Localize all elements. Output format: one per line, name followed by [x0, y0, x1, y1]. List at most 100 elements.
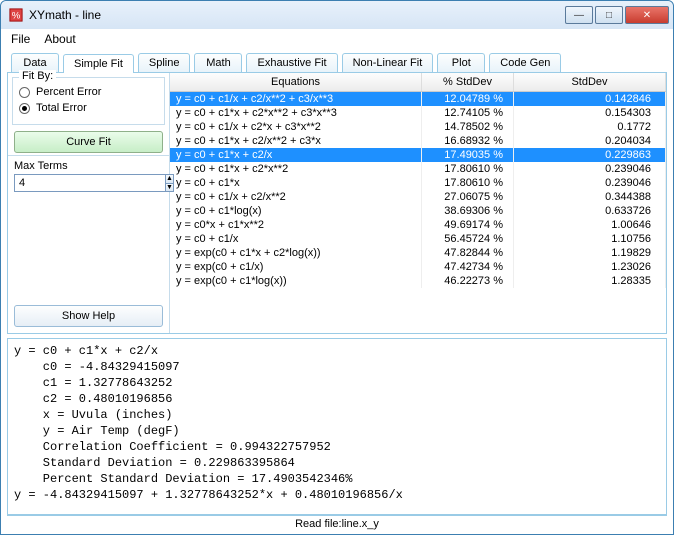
- tab-simple-fit[interactable]: Simple Fit: [63, 54, 134, 73]
- cell-stddev: 1.19829: [514, 246, 666, 260]
- table-body[interactable]: y = c0 + c1/x + c2/x**2 + c3/x**312.0478…: [170, 92, 666, 333]
- cell-equation: y = exp(c0 + c1/x): [170, 260, 422, 274]
- show-help-button[interactable]: Show Help: [14, 305, 163, 327]
- cell-pct-stddev: 47.42734 %: [422, 260, 514, 274]
- table-row[interactable]: y = exp(c0 + c1*x + c2*log(x))47.82844 %…: [170, 246, 666, 260]
- menubar: File About: [1, 29, 673, 49]
- spacer: [8, 196, 169, 299]
- cell-equation: y = exp(c0 + c1*log(x)): [170, 274, 422, 288]
- tab-spline[interactable]: Spline: [138, 53, 191, 72]
- cell-pct-stddev: 49.69174 %: [422, 218, 514, 232]
- table-row[interactable]: y = exp(c0 + c1/x)47.42734 %1.23026: [170, 260, 666, 274]
- tab-plot[interactable]: Plot: [437, 53, 485, 72]
- app-icon: %: [9, 8, 23, 22]
- app-window: % XYmath - line — □ ✕ File About Data Si…: [0, 0, 674, 535]
- cell-pct-stddev: 17.80610 %: [422, 162, 514, 176]
- curve-fit-button[interactable]: Curve Fit: [14, 131, 163, 153]
- cell-stddev: 1.10756: [514, 232, 666, 246]
- table-row[interactable]: y = c0 + c1/x + c2/x**227.06075 %0.34438…: [170, 190, 666, 204]
- table-row[interactable]: y = c0 + c1*x + c2*x**217.80610 %0.23904…: [170, 162, 666, 176]
- tab-math[interactable]: Math: [194, 53, 242, 72]
- cell-equation: y = c0 + c1*log(x): [170, 204, 422, 218]
- cell-pct-stddev: 17.80610 %: [422, 176, 514, 190]
- tab-code-gen[interactable]: Code Gen: [489, 53, 561, 72]
- equations-table: Equations % StdDev StdDev y = c0 + c1/x …: [170, 73, 666, 333]
- cell-stddev: 0.239046: [514, 176, 666, 190]
- cell-equation: y = c0 + c1*x + c2/x: [170, 148, 422, 162]
- cell-equation: y = exp(c0 + c1*x + c2*log(x)): [170, 246, 422, 260]
- radio-percent-error-label: Percent Error: [36, 86, 101, 98]
- max-terms-label: Max Terms: [8, 155, 169, 172]
- statusbar: Read file:line.x_y: [7, 515, 667, 532]
- max-terms-input[interactable]: [14, 174, 166, 192]
- radio-total-error[interactable]: Total Error: [19, 102, 158, 114]
- cell-equation: y = c0 + c1/x + c2/x**2 + c3/x**3: [170, 92, 422, 106]
- cell-stddev: 0.633726: [514, 204, 666, 218]
- cell-pct-stddev: 38.69306 %: [422, 204, 514, 218]
- cell-pct-stddev: 14.78502 %: [422, 120, 514, 134]
- tab-content: Fit By: Percent Error Total Error Curve …: [7, 72, 667, 334]
- col-pct-stddev[interactable]: % StdDev: [422, 73, 514, 91]
- cell-equation: y = c0 + c1/x: [170, 232, 422, 246]
- cell-stddev: 0.239046: [514, 162, 666, 176]
- table-row[interactable]: y = c0 + c1*x + c2*x**2 + c3*x**312.7410…: [170, 106, 666, 120]
- table-row[interactable]: y = exp(c0 + c1*log(x))46.22273 %1.28335: [170, 274, 666, 288]
- table-row[interactable]: y = c0 + c1*log(x)38.69306 %0.633726: [170, 204, 666, 218]
- cell-equation: y = c0 + c1*x + c2*x**2: [170, 162, 422, 176]
- table-row[interactable]: y = c0 + c1/x56.45724 %1.10756: [170, 232, 666, 246]
- table-row[interactable]: y = c0*x + c1*x**249.69174 %1.00646: [170, 218, 666, 232]
- menu-about[interactable]: About: [44, 32, 75, 46]
- radio-dot-icon: [19, 103, 30, 114]
- titlebar[interactable]: % XYmath - line — □ ✕: [1, 1, 673, 29]
- maximize-button[interactable]: □: [595, 6, 623, 24]
- cell-pct-stddev: 47.82844 %: [422, 246, 514, 260]
- cell-equation: y = c0 + c1/x + c2*x + c3*x**2: [170, 120, 422, 134]
- svg-text:%: %: [12, 11, 21, 22]
- cell-stddev: 1.28335: [514, 274, 666, 288]
- col-stddev[interactable]: StdDev: [514, 73, 666, 91]
- cell-pct-stddev: 46.22273 %: [422, 274, 514, 288]
- table-row[interactable]: y = c0 + c1/x + c2*x + c3*x**214.78502 %…: [170, 120, 666, 134]
- cell-pct-stddev: 56.45724 %: [422, 232, 514, 246]
- output-pane: y = c0 + c1*x + c2/x c0 = -4.84329415097…: [7, 338, 667, 515]
- cell-equation: y = c0 + c1*x + c2*x**2 + c3*x**3: [170, 106, 422, 120]
- minimize-button[interactable]: —: [565, 6, 593, 24]
- cell-stddev: 0.154303: [514, 106, 666, 120]
- cell-pct-stddev: 12.04789 %: [422, 92, 514, 106]
- cell-stddev: 0.204034: [514, 134, 666, 148]
- window-title: XYmath - line: [29, 8, 565, 22]
- cell-equation: y = c0*x + c1*x**2: [170, 218, 422, 232]
- cell-equation: y = c0 + c1/x + c2/x**2: [170, 190, 422, 204]
- table-header: Equations % StdDev StdDev: [170, 73, 666, 92]
- client-area: Data Simple Fit Spline Math Exhaustive F…: [1, 49, 673, 534]
- table-row[interactable]: y = c0 + c1*x + c2/x**2 + c3*x16.68932 %…: [170, 134, 666, 148]
- cell-pct-stddev: 17.49035 %: [422, 148, 514, 162]
- cell-stddev: 0.1772: [514, 120, 666, 134]
- cell-pct-stddev: 12.74105 %: [422, 106, 514, 120]
- tab-non-linear-fit[interactable]: Non-Linear Fit: [342, 53, 434, 72]
- table-row[interactable]: y = c0 + c1*x17.80610 %0.239046: [170, 176, 666, 190]
- radio-percent-error[interactable]: Percent Error: [19, 86, 158, 98]
- col-equations[interactable]: Equations: [170, 73, 422, 91]
- cell-pct-stddev: 16.68932 %: [422, 134, 514, 148]
- cell-stddev: 1.00646: [514, 218, 666, 232]
- radio-total-error-label: Total Error: [36, 102, 87, 114]
- cell-stddev: 0.344388: [514, 190, 666, 204]
- menu-file[interactable]: File: [11, 32, 30, 46]
- tab-exhaustive-fit[interactable]: Exhaustive Fit: [246, 53, 337, 72]
- table-row[interactable]: y = c0 + c1*x + c2/x17.49035 %0.229863: [170, 148, 666, 162]
- cell-equation: y = c0 + c1*x + c2/x**2 + c3*x: [170, 134, 422, 148]
- cell-stddev: 1.23026: [514, 260, 666, 274]
- fit-by-legend: Fit By:: [19, 70, 56, 82]
- fit-by-group: Fit By: Percent Error Total Error: [12, 77, 165, 125]
- tabstrip: Data Simple Fit Spline Math Exhaustive F…: [7, 53, 667, 72]
- cell-stddev: 0.229863: [514, 148, 666, 162]
- close-button[interactable]: ✕: [625, 6, 669, 24]
- radio-dot-icon: [19, 87, 30, 98]
- table-row[interactable]: y = c0 + c1/x + c2/x**2 + c3/x**312.0478…: [170, 92, 666, 106]
- cell-stddev: 0.142846: [514, 92, 666, 106]
- left-panel: Fit By: Percent Error Total Error Curve …: [8, 73, 170, 333]
- cell-equation: y = c0 + c1*x: [170, 176, 422, 190]
- max-terms-spinner[interactable]: ▲ ▼: [14, 174, 163, 192]
- cell-pct-stddev: 27.06075 %: [422, 190, 514, 204]
